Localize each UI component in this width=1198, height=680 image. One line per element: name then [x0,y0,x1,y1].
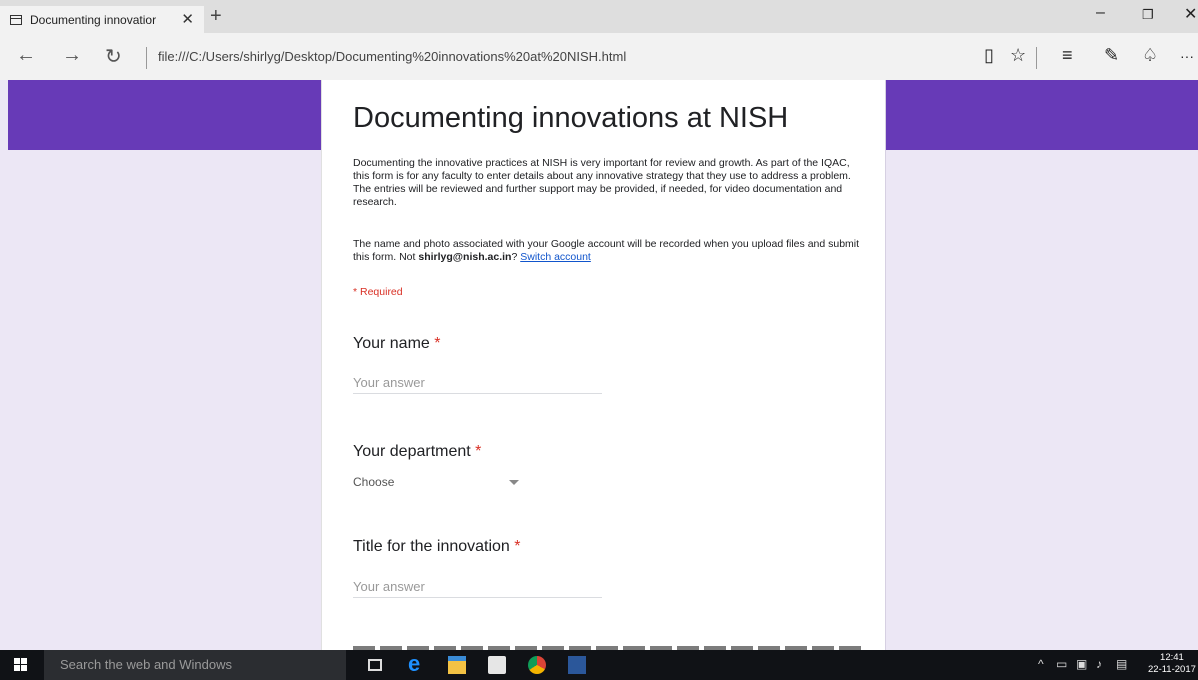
tab-close-icon[interactable]: ✕ [181,10,194,28]
browser-tab-strip: Documenting innovatior ✕ + – ❐ ✕ [0,0,1198,33]
required-star: * [434,335,441,352]
question-label-title: Title for the innovation * [353,538,521,556]
required-star: * [514,538,521,555]
windows-start-icon[interactable] [14,658,28,672]
question-text: Your name [353,335,430,352]
battery-icon[interactable]: ▭ [1056,657,1067,671]
file-explorer-icon[interactable] [448,656,466,674]
task-view-icon[interactable] [368,659,382,671]
volume-icon[interactable]: ♪ [1096,657,1102,671]
question-label-name: Your name * [353,335,440,353]
hub-icon[interactable]: ≡ [1062,45,1073,66]
network-icon[interactable]: ▣ [1076,657,1087,671]
tab-page-icon [10,14,22,25]
account-notice: The name and photo associated with your … [353,238,863,264]
favorite-star-icon[interactable]: ☆ [1010,45,1026,66]
browser-tab[interactable]: Documenting innovatior ✕ [0,6,204,33]
clock-date: 22-11-2017 [1148,664,1196,675]
tab-title: Documenting innovatior [30,12,157,27]
edge-browser-icon[interactable]: e [408,651,426,676]
address-separator [146,47,147,69]
minimize-button[interactable]: – [1096,4,1105,22]
forward-button[interactable]: → [62,44,82,67]
taskbar-clock[interactable]: 12:41 22-11-2017 [1148,652,1196,676]
chrome-icon[interactable] [528,656,546,674]
store-icon[interactable] [488,656,506,674]
taskbar-search-input[interactable]: Search the web and Windows [44,650,346,680]
account-email: shirlyg@nish.ac.in [418,251,512,263]
department-select[interactable]: Choose [353,471,523,493]
share-icon[interactable]: ♤ [1142,45,1158,66]
name-input[interactable] [353,372,602,394]
required-note: * Required [353,286,403,298]
reading-view-icon[interactable]: ▯ [984,45,994,66]
question-text: Title for the innovation [353,538,510,555]
form-title: Documenting innovations at NISH [353,102,789,134]
word-icon[interactable] [568,656,586,674]
innovation-title-input[interactable] [353,576,602,598]
form-description: Documenting the innovative practices at … [353,157,851,208]
page-viewport[interactable]: Documenting innovations at NISH Document… [0,80,1198,650]
required-star: * [475,443,482,460]
department-select-value: Choose [353,475,395,489]
refresh-button[interactable]: ↻ [105,44,122,69]
clock-time: 12:41 [1160,652,1184,663]
address-input[interactable]: file:///C:/Users/shirlyg/Desktop/Documen… [158,49,626,64]
restore-button[interactable]: ❐ [1142,7,1154,23]
question-text: Your department [353,443,471,460]
toolbar-separator [1036,47,1037,69]
tray-chevron-icon[interactable]: ^ [1038,657,1044,671]
new-tab-button[interactable]: + [210,5,222,28]
form-card: Documenting innovations at NISH Document… [321,80,886,650]
action-center-icon[interactable]: ▤ [1116,657,1127,671]
web-note-icon[interactable]: ✎ [1104,45,1119,66]
account-notice-suffix: ? [511,251,518,263]
browser-address-bar-row: ← → ↻ file:///C:/Users/shirlyg/Desktop/D… [0,33,1198,80]
more-icon[interactable]: ··· [1180,48,1194,64]
back-button[interactable]: ← [16,44,36,67]
chevron-down-icon [509,480,519,485]
close-window-button[interactable]: ✕ [1184,4,1197,24]
windows-taskbar: Search the web and Windows e ^ ▭ ▣ ♪ ▤ 1… [0,650,1198,680]
question-label-department: Your department * [353,443,481,461]
switch-account-link[interactable]: Switch account [520,251,591,263]
